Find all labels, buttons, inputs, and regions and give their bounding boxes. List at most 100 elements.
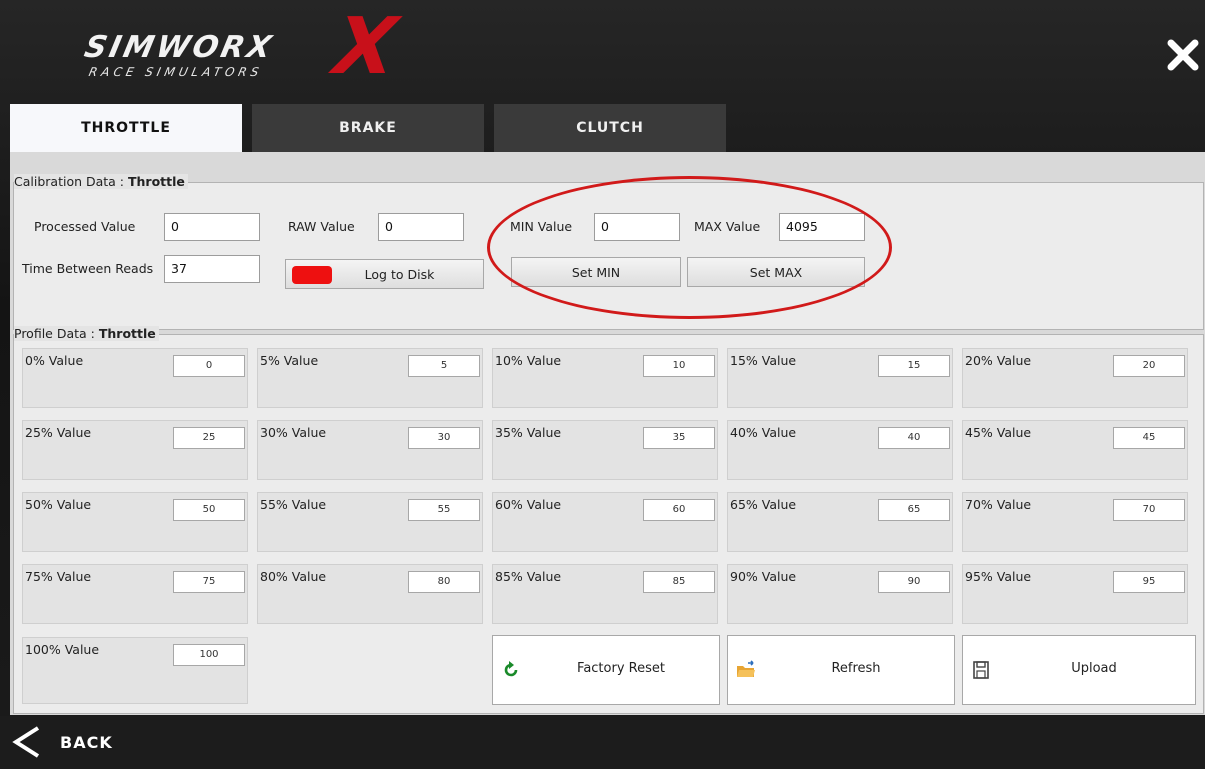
calibration-legend: Calibration Data : Throttle xyxy=(14,174,188,189)
profile-cell-input[interactable]: 95 xyxy=(1113,571,1185,593)
profile-cell-label: 45% Value xyxy=(965,425,1032,440)
header: X SIMWORX RACE SIMULATORS xyxy=(0,0,1205,105)
profile-cell-input[interactable]: 100 xyxy=(173,644,245,666)
max-value-label: MAX Value xyxy=(694,219,761,234)
max-value-field[interactable]: 4095 xyxy=(779,213,865,241)
profile-cell-input[interactable]: 5 xyxy=(408,355,480,377)
app-window: X SIMWORX RACE SIMULATORS THROTTLE BRAKE… xyxy=(0,0,1205,769)
profile-cell-input[interactable]: 55 xyxy=(408,499,480,521)
profile-cell-100: 100% Value 100 xyxy=(22,637,248,704)
profile-cell-label: 15% Value xyxy=(730,353,797,368)
footer-bar: BACK xyxy=(0,716,1205,769)
processed-value-field[interactable]: 0 xyxy=(164,213,260,241)
profile-cell-5: 5% Value 5 xyxy=(257,348,483,408)
profile-cell-80: 80% Value 80 xyxy=(257,564,483,624)
profile-cell-input[interactable]: 35 xyxy=(643,427,715,449)
time-between-reads-field[interactable]: 37 xyxy=(164,255,260,283)
profile-cell-10: 10% Value 10 xyxy=(492,348,718,408)
profile-cell-input[interactable]: 80 xyxy=(408,571,480,593)
profile-cell-input[interactable]: 75 xyxy=(173,571,245,593)
logo-sub-text: RACE SIMULATORS xyxy=(87,65,264,79)
profile-cell-label: 95% Value xyxy=(965,569,1032,584)
profile-cell-input[interactable]: 70 xyxy=(1113,499,1185,521)
tab-clutch[interactable]: CLUTCH xyxy=(494,104,726,152)
calibration-legend-prefix: Calibration Data : xyxy=(14,174,128,189)
profile-cell-input[interactable]: 50 xyxy=(173,499,245,521)
save-icon xyxy=(973,661,989,679)
upload-button[interactable]: Upload xyxy=(962,635,1196,705)
folder-icon xyxy=(737,660,755,677)
profile-cell-label: 30% Value xyxy=(260,425,327,440)
raw-value-label: RAW Value xyxy=(288,219,355,234)
profile-cell-25: 25% Value 25 xyxy=(22,420,248,480)
profile-cell-95: 95% Value 95 xyxy=(962,564,1188,624)
set-max-button[interactable]: Set MAX xyxy=(687,257,865,287)
tab-bar: THROTTLE BRAKE CLUTCH xyxy=(10,104,1205,152)
profile-cell-input[interactable]: 65 xyxy=(878,499,950,521)
profile-cell-input[interactable]: 90 xyxy=(878,571,950,593)
back-label: BACK xyxy=(60,732,113,752)
tab-throttle[interactable]: THROTTLE xyxy=(10,104,242,152)
factory-reset-label: Factory Reset xyxy=(577,661,665,676)
profile-cell-label: 80% Value xyxy=(260,569,327,584)
profile-cell-20: 20% Value 20 xyxy=(962,348,1188,408)
profile-cell-label: 85% Value xyxy=(495,569,562,584)
factory-reset-button[interactable]: Factory Reset xyxy=(492,635,720,705)
profile-cell-35: 35% Value 35 xyxy=(492,420,718,480)
raw-value-field[interactable]: 0 xyxy=(378,213,464,241)
profile-cell-label: 50% Value xyxy=(25,497,92,512)
refresh-label: Refresh xyxy=(831,661,881,676)
profile-cell-label: 55% Value xyxy=(260,497,327,512)
profile-cell-input[interactable]: 60 xyxy=(643,499,715,521)
profile-cell-55: 55% Value 55 xyxy=(257,492,483,552)
profile-cell-85: 85% Value 85 xyxy=(492,564,718,624)
profile-cell-label: 100% Value xyxy=(25,642,100,657)
profile-cell-label: 5% Value xyxy=(260,353,319,368)
min-value-field[interactable]: 0 xyxy=(594,213,680,241)
profile-cell-90: 90% Value 90 xyxy=(727,564,953,624)
profile-legend: Profile Data : Throttle xyxy=(14,326,159,341)
time-between-reads-label: Time Between Reads xyxy=(22,261,154,276)
profile-cell-input[interactable]: 10 xyxy=(643,355,715,377)
profile-cell-45: 45% Value 45 xyxy=(962,420,1188,480)
log-to-disk-button[interactable]: Log to Disk xyxy=(285,259,484,289)
profile-cell-input[interactable]: 20 xyxy=(1113,355,1185,377)
refresh-button[interactable]: Refresh xyxy=(727,635,955,705)
profile-cell-label: 75% Value xyxy=(25,569,92,584)
profile-cell-label: 65% Value xyxy=(730,497,797,512)
profile-cell-label: 20% Value xyxy=(965,353,1032,368)
tab-brake[interactable]: BRAKE xyxy=(252,104,484,152)
set-min-button[interactable]: Set MIN xyxy=(511,257,681,287)
profile-legend-prefix: Profile Data : xyxy=(14,326,99,341)
profile-cell-60: 60% Value 60 xyxy=(492,492,718,552)
reset-icon xyxy=(504,661,518,677)
profile-cell-input[interactable]: 45 xyxy=(1113,427,1185,449)
logo-x-mark: X xyxy=(320,2,410,92)
profile-cell-30: 30% Value 30 xyxy=(257,420,483,480)
profile-cell-label: 40% Value xyxy=(730,425,797,440)
profile-cell-input[interactable]: 0 xyxy=(173,355,245,377)
profile-cell-input[interactable]: 85 xyxy=(643,571,715,593)
back-button[interactable]: BACK xyxy=(10,724,113,760)
profile-cell-input[interactable]: 15 xyxy=(878,355,950,377)
log-status-indicator xyxy=(292,266,332,284)
upload-label: Upload xyxy=(1071,661,1117,676)
profile-cell-input[interactable]: 25 xyxy=(173,427,245,449)
profile-legend-name: Throttle xyxy=(98,326,156,341)
profile-cell-75: 75% Value 75 xyxy=(22,564,248,624)
processed-value-label: Processed Value xyxy=(34,219,136,234)
profile-cell-label: 35% Value xyxy=(495,425,562,440)
profile-cell-label: 60% Value xyxy=(495,497,562,512)
profile-cell-label: 10% Value xyxy=(495,353,562,368)
profile-cell-input[interactable]: 30 xyxy=(408,427,480,449)
profile-cell-input[interactable]: 40 xyxy=(878,427,950,449)
calibration-group: Calibration Data : Throttle Processed Va… xyxy=(13,174,1204,330)
back-arrow-icon xyxy=(12,726,40,758)
logo-main-text: SIMWORX xyxy=(81,30,278,65)
close-icon xyxy=(1167,39,1199,71)
profile-cell-label: 90% Value xyxy=(730,569,797,584)
profile-cell-50: 50% Value 50 xyxy=(22,492,248,552)
close-button[interactable] xyxy=(1166,38,1200,72)
profile-cell-0: 0% Value 0 xyxy=(22,348,248,408)
main-panel: Calibration Data : Throttle Processed Va… xyxy=(10,152,1205,715)
